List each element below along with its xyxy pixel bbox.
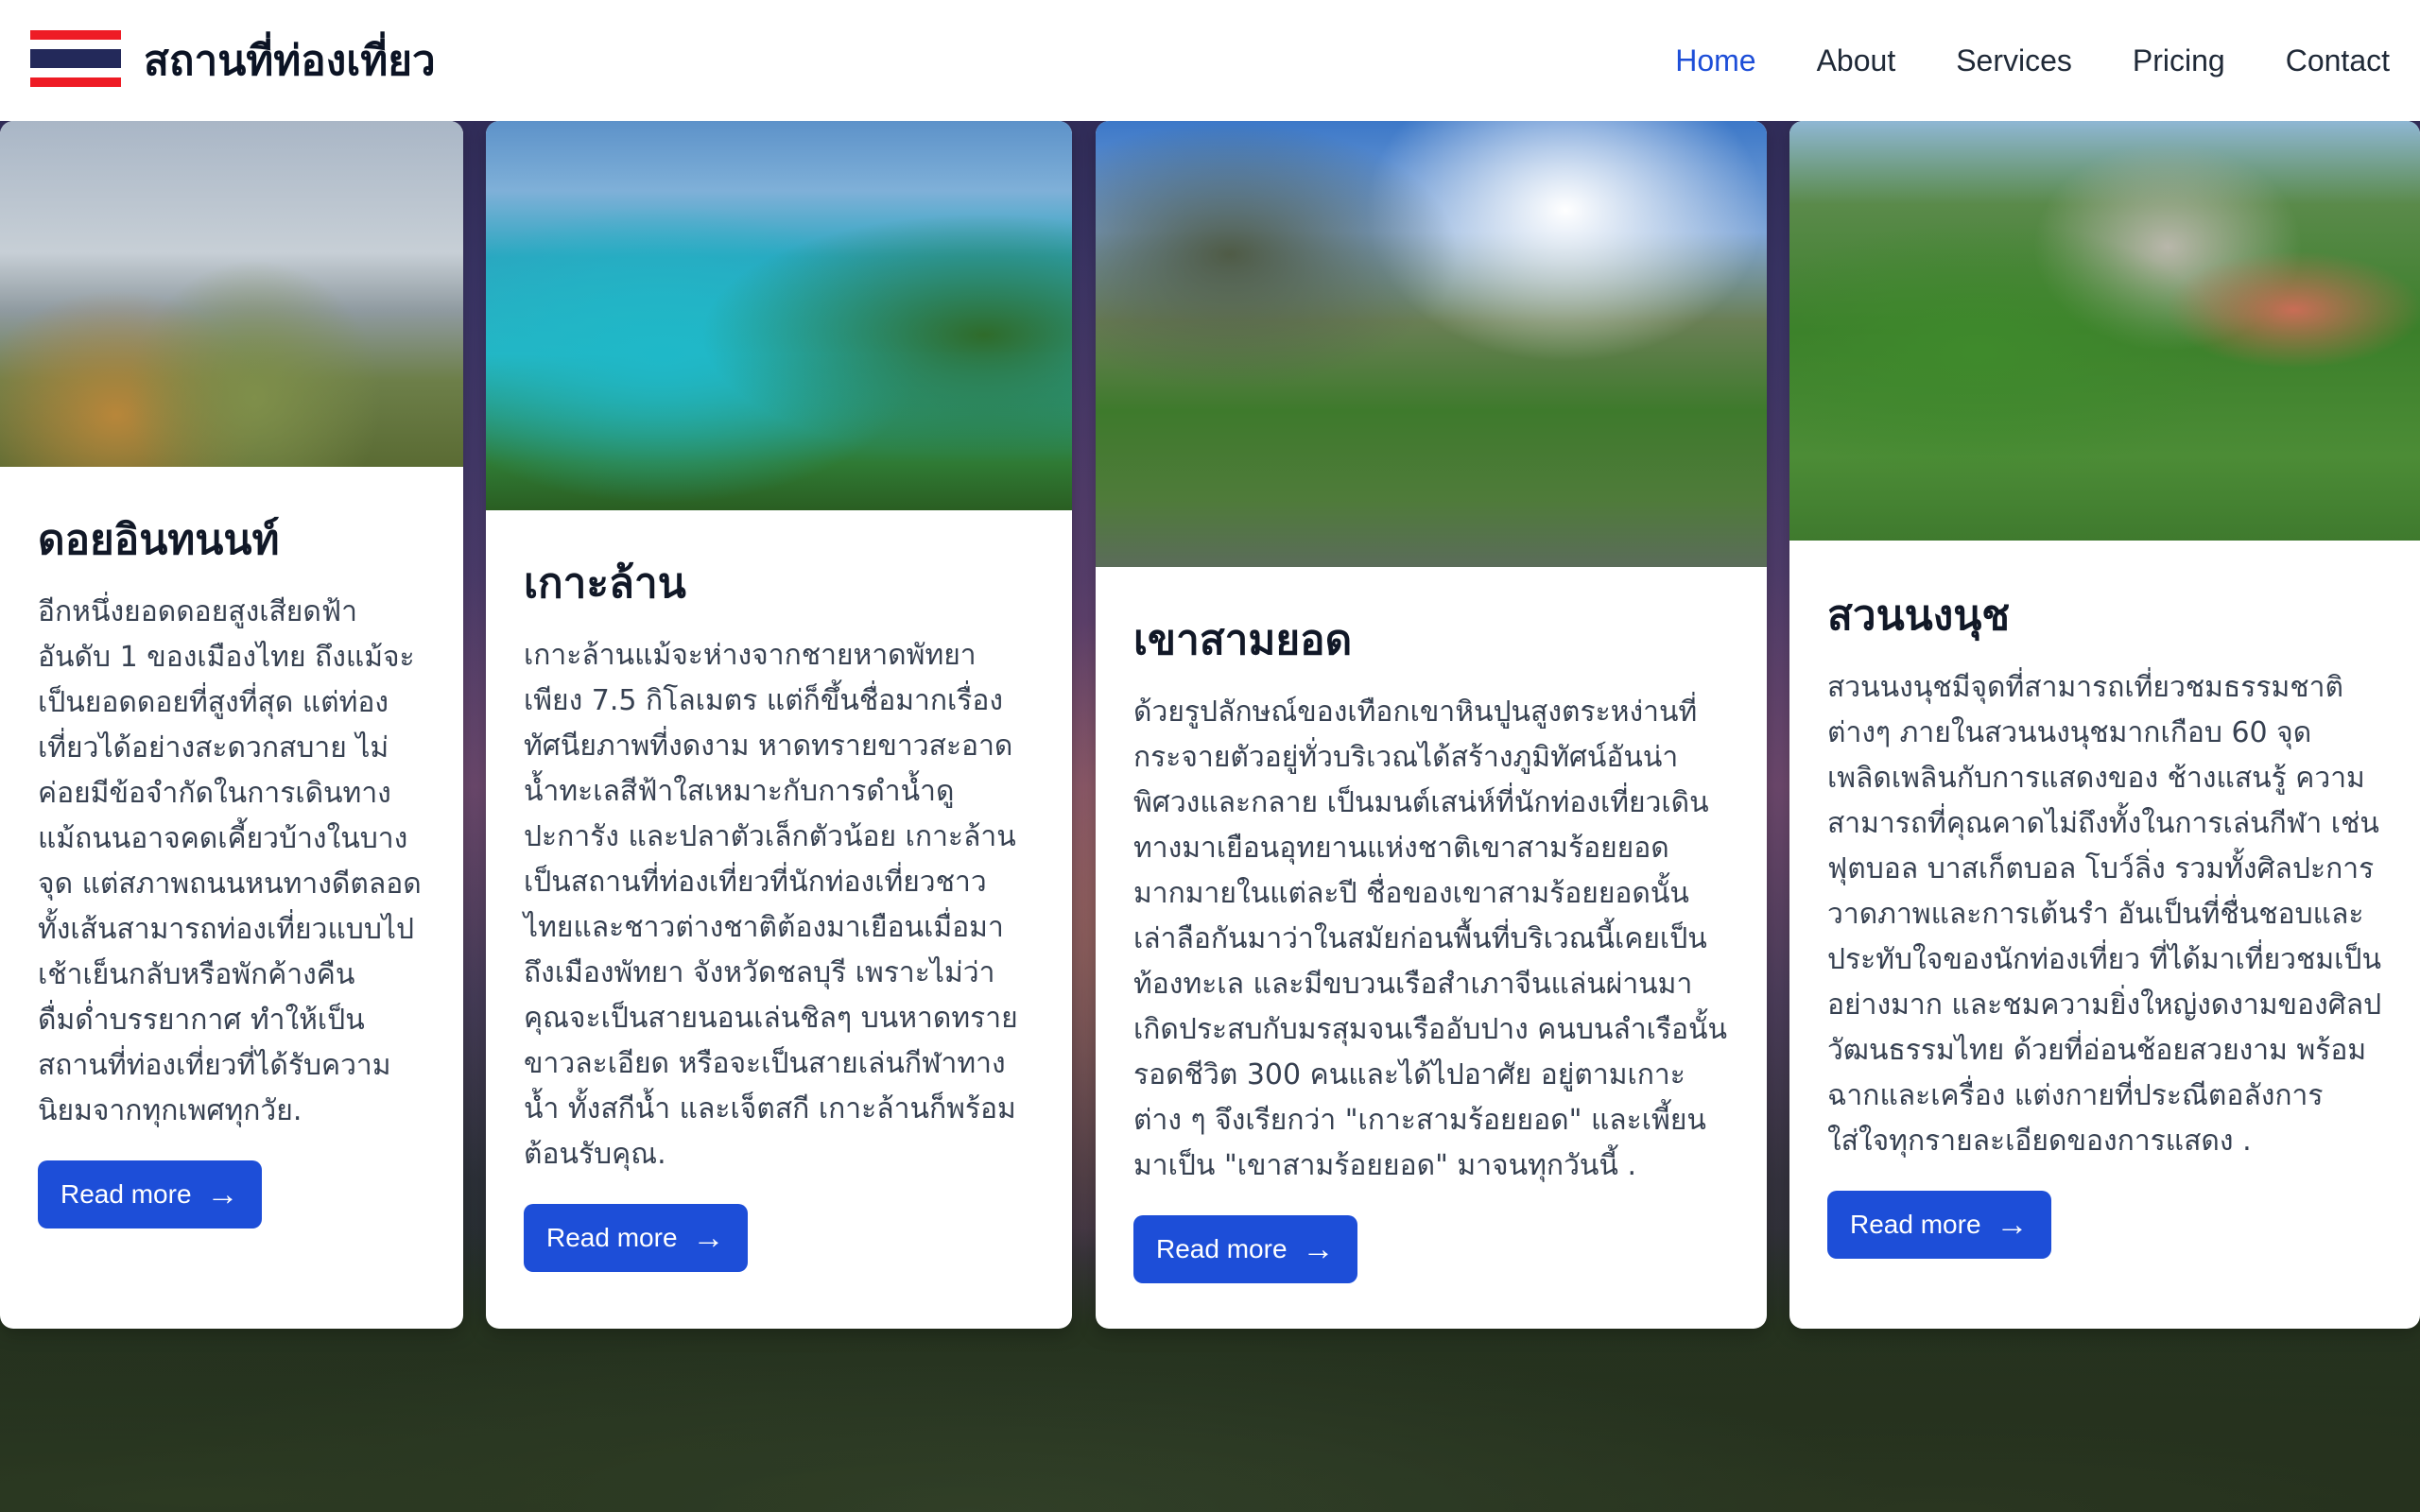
read-more-button[interactable]: Read more →: [524, 1204, 748, 1272]
card-image: [1096, 121, 1767, 567]
card-image: [486, 121, 1072, 510]
read-more-label: Read more: [60, 1179, 192, 1209]
read-more-button[interactable]: Read more →: [38, 1160, 262, 1228]
top-navbar: สถานที่ท่องเที่ยว Home About Services Pr…: [0, 0, 2420, 121]
card-koh-larn: เกาะล้าน เกาะล้านแม้จะห่างจากชายหาดพัทยา…: [486, 121, 1072, 1329]
card-title: ดอยอินทนนท์: [38, 516, 280, 564]
card-image: [0, 121, 463, 467]
brand[interactable]: สถานที่ท่องเที่ยว: [30, 27, 436, 94]
main-nav: Home About Services Pricing Contact: [1675, 43, 2390, 78]
nav-home[interactable]: Home: [1675, 43, 1755, 78]
read-more-label: Read more: [1850, 1210, 1981, 1239]
nav-pricing[interactable]: Pricing: [2133, 43, 2225, 78]
site-title: สถานที่ท่องเที่ยว: [144, 37, 436, 85]
card-title: เขาสามยอด: [1133, 616, 1353, 664]
card-description: อีกหนึ่งยอดดอยสูงเสียดฟ้า อันดับ 1 ของเม…: [38, 595, 422, 1127]
card-title: สวนนงนุช: [1827, 592, 2011, 640]
card-description: เกาะล้านแม้จะห่างจากชายหาดพัทยาเพียง 7.5…: [524, 639, 1018, 1171]
read-more-label: Read more: [546, 1223, 678, 1252]
card-doi-inthanon: ดอยอินทนนท์ อีกหนึ่งยอดดอยสูงเสียดฟ้า อั…: [0, 121, 463, 1329]
read-more-label: Read more: [1156, 1234, 1288, 1263]
card-description: สวนนงนุชมีจุดที่สามารถเที่ยวชมธรรมชาติต่…: [1827, 671, 2382, 1158]
read-more-button[interactable]: Read more →: [1827, 1191, 2051, 1259]
card-image: [1789, 121, 2420, 541]
arrow-right-icon: →: [206, 1177, 239, 1212]
arrow-right-icon: →: [1302, 1231, 1335, 1267]
arrow-right-icon: →: [1996, 1207, 2029, 1243]
thailand-flag-icon: [30, 30, 121, 91]
nav-services[interactable]: Services: [1956, 43, 2072, 78]
nav-about[interactable]: About: [1817, 43, 1896, 78]
card-khao-sam-roi-yot: เขาสามยอด ด้วยรูปลักษณ์ของเทือกเขาหินปูน…: [1096, 121, 1767, 1329]
card-title: เกาะล้าน: [524, 559, 686, 608]
read-more-button[interactable]: Read more →: [1133, 1215, 1357, 1283]
arrow-right-icon: →: [692, 1220, 725, 1256]
card-nong-nooch: สวนนงนุช สวนนงนุชมีจุดที่สามารถเที่ยวชมธ…: [1789, 121, 2420, 1329]
nav-contact[interactable]: Contact: [2286, 43, 2390, 78]
card-description: ด้วยรูปลักษณ์ของเทือกเขาหินปูนสูงตระหง่า…: [1133, 696, 1728, 1182]
